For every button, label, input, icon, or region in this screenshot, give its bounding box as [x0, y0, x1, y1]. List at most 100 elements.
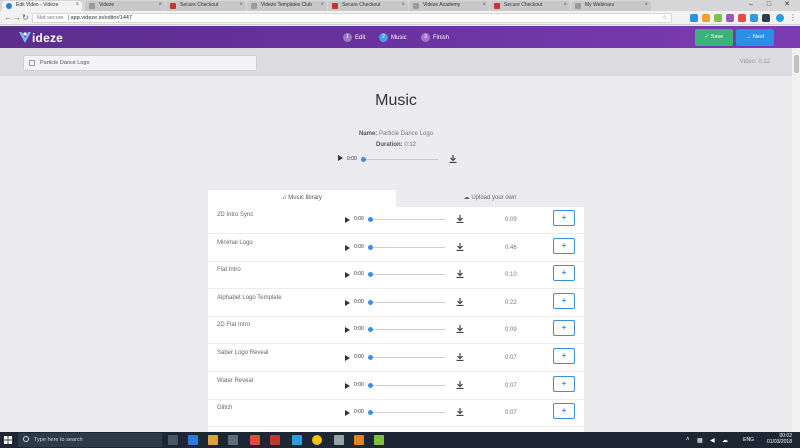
taskbar-search[interactable]: Type here to search — [18, 433, 162, 447]
menu-kebab-icon[interactable]: ⋮ — [789, 13, 797, 23]
track-progress-knob[interactable] — [368, 299, 373, 305]
save-button[interactable]: ✓ Save — [695, 29, 733, 46]
browser-tab[interactable]: My Webinars × — [571, 1, 651, 11]
store-icon[interactable] — [228, 435, 238, 445]
add-track-button[interactable]: + — [553, 403, 575, 420]
close-tab-icon[interactable]: × — [239, 2, 243, 8]
track-progress-knob[interactable] — [368, 382, 373, 388]
video-title-input[interactable]: Particle Dance Logo — [23, 55, 257, 71]
browser-tab[interactable]: Edit Video - Videze × — [2, 1, 82, 11]
close-tab-icon[interactable]: × — [482, 2, 486, 8]
windows-start-icon[interactable] — [4, 436, 12, 444]
url-field[interactable]: Not secure | app.videze.io/editor/1447 ☆ — [32, 13, 672, 23]
language-indicator[interactable]: ENG — [743, 437, 754, 443]
download-icon[interactable] — [456, 353, 464, 361]
track-progress-track[interactable] — [373, 219, 445, 220]
add-track-button[interactable]: + — [553, 348, 575, 364]
browser-tab[interactable]: Videze Templates Club × — [247, 1, 327, 11]
download-icon[interactable] — [456, 215, 464, 223]
close-tab-icon[interactable]: × — [401, 2, 405, 8]
track-play-button[interactable] — [345, 382, 350, 390]
forward-icon[interactable]: → — [13, 13, 21, 23]
browser-tab[interactable]: Secure Checkout × — [490, 1, 570, 11]
main-progress-track[interactable] — [366, 159, 438, 160]
step-music[interactable]: 2 Music — [379, 33, 407, 42]
network-icon[interactable]: ▦ — [697, 437, 703, 444]
track-progress-track[interactable] — [373, 274, 445, 276]
track-progress-knob[interactable] — [368, 217, 373, 222]
track-play-button[interactable] — [345, 244, 350, 252]
next-button[interactable]: → Next — [736, 29, 774, 46]
step-edit[interactable]: 1 Edit — [343, 33, 365, 42]
track-play-button[interactable] — [345, 299, 350, 307]
extension-icon[interactable] — [762, 14, 770, 22]
download-icon[interactable] — [456, 242, 464, 251]
track-progress-knob[interactable] — [368, 244, 373, 250]
track-progress-track[interactable] — [373, 412, 445, 414]
add-track-button[interactable]: + — [553, 210, 575, 226]
track-play-button[interactable] — [345, 410, 350, 417]
close-tab-icon[interactable]: × — [563, 2, 567, 8]
download-icon[interactable] — [456, 325, 464, 334]
maximize-button[interactable]: □ — [762, 0, 776, 9]
add-track-button[interactable]: + — [553, 237, 575, 254]
download-icon[interactable] — [456, 408, 464, 417]
videze-logo[interactable]: ideze — [18, 30, 63, 45]
browser-tab[interactable]: Videze Academy × — [409, 1, 489, 11]
extension-icon[interactable] — [726, 14, 734, 22]
browser-tab[interactable]: Secure Checkout × — [166, 1, 246, 11]
add-track-button[interactable]: + — [553, 375, 575, 392]
tray-chevron-icon[interactable]: ˄ — [686, 437, 690, 443]
close-tab-icon[interactable]: × — [158, 2, 162, 8]
mail-icon[interactable] — [334, 435, 344, 445]
download-icon[interactable] — [456, 270, 464, 279]
extension-icon[interactable] — [738, 14, 746, 22]
track-progress-knob[interactable] — [368, 410, 373, 416]
add-track-button[interactable]: + — [553, 292, 575, 309]
main-progress-knob[interactable] — [361, 157, 366, 162]
extension-icon[interactable] — [702, 14, 710, 22]
onedrive-icon[interactable]: ☁ — [722, 437, 728, 444]
track-progress-knob[interactable] — [368, 355, 373, 360]
bookmark-star-icon[interactable]: ☆ — [662, 14, 667, 22]
photoshop-icon[interactable] — [292, 435, 302, 445]
app-icon[interactable] — [250, 435, 260, 445]
tab-upload-your-own[interactable]: ☁ Upload your own — [396, 190, 584, 207]
volume-icon[interactable]: ◀ — [710, 437, 715, 444]
page-scrollbar[interactable] — [792, 48, 800, 432]
task-view-icon[interactable] — [168, 435, 178, 445]
scrollbar-thumb[interactable] — [794, 55, 799, 73]
close-window-button[interactable]: ✕ — [780, 0, 794, 9]
track-progress-knob[interactable] — [368, 327, 373, 333]
extension-icon[interactable] — [690, 14, 698, 22]
close-tab-icon[interactable]: × — [320, 2, 324, 8]
extension-icon[interactable] — [714, 14, 722, 22]
app-icon[interactable] — [374, 435, 384, 445]
browser-tab[interactable]: Secure Checkout × — [328, 1, 408, 11]
add-track-button[interactable]: + — [553, 320, 575, 337]
track-play-button[interactable] — [345, 272, 350, 279]
minimize-button[interactable]: – — [744, 0, 758, 9]
file-explorer-icon[interactable] — [208, 435, 218, 445]
download-icon[interactable] — [456, 297, 464, 306]
step-finish[interactable]: 3 Finish — [421, 33, 449, 42]
skype-icon[interactable] — [776, 14, 784, 22]
browser-tab[interactable]: Videze × — [85, 1, 165, 11]
track-play-button[interactable] — [345, 217, 350, 224]
chrome-icon[interactable] — [312, 435, 322, 445]
track-play-button[interactable] — [345, 355, 350, 362]
tab-music-library[interactable]: ♫ Music library — [208, 190, 396, 207]
track-progress-track[interactable] — [373, 384, 445, 386]
app-icon[interactable] — [270, 435, 280, 445]
download-icon[interactable] — [449, 155, 457, 163]
track-progress-track[interactable] — [373, 301, 445, 303]
track-play-button[interactable] — [345, 327, 350, 334]
track-progress-track[interactable] — [373, 329, 445, 331]
track-progress-track[interactable] — [373, 246, 445, 248]
edge-icon[interactable] — [188, 435, 198, 445]
download-icon[interactable] — [456, 380, 464, 389]
clock[interactable]: 00:02 01/03/2018 — [767, 433, 792, 445]
back-icon[interactable]: ← — [4, 13, 12, 23]
track-progress-track[interactable] — [373, 357, 445, 358]
main-play-button[interactable] — [338, 155, 343, 162]
